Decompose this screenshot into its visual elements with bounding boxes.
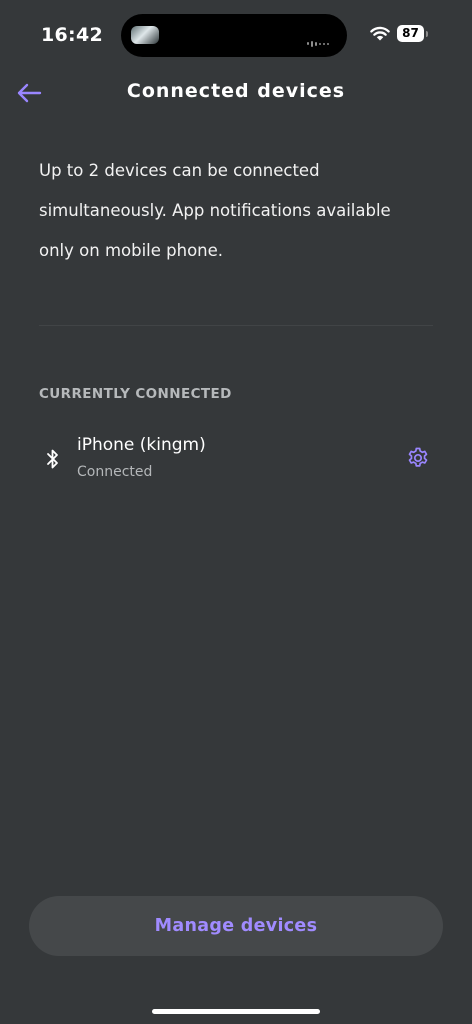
- device-name: iPhone (kingm): [77, 435, 206, 455]
- status-bar: 16:42 87: [0, 0, 472, 70]
- device-row[interactable]: iPhone (kingm) Connected: [30, 425, 442, 491]
- gear-icon[interactable]: [406, 446, 430, 470]
- now-playing-thumbnail: [131, 26, 159, 44]
- dynamic-island[interactable]: [121, 14, 347, 57]
- battery-indicator: 87: [397, 25, 424, 42]
- divider: [39, 325, 433, 326]
- info-line-2: simultaneously. App notifications availa…: [39, 201, 391, 220]
- page-title: Connected devices: [126, 80, 346, 102]
- section-label-currently-connected: CURRENTLY CONNECTED: [39, 386, 232, 402]
- connection-info-text: Up to 2 devices can be connected simulta…: [39, 151, 439, 271]
- home-indicator[interactable]: [152, 1009, 320, 1014]
- wifi-icon: [370, 26, 390, 41]
- manage-devices-button[interactable]: Manage devices: [29, 896, 443, 956]
- status-time: 16:42: [41, 24, 103, 46]
- battery-tip: [426, 31, 428, 37]
- info-line-1: Up to 2 devices can be connected: [39, 161, 320, 180]
- info-line-3: only on mobile phone.: [39, 241, 224, 260]
- device-status: Connected: [77, 464, 153, 480]
- audio-wave-icon: [307, 33, 333, 47]
- screen: 16:42 87 Connected devices Up to 2 devic…: [0, 0, 472, 1024]
- bluetooth-icon: [47, 449, 58, 469]
